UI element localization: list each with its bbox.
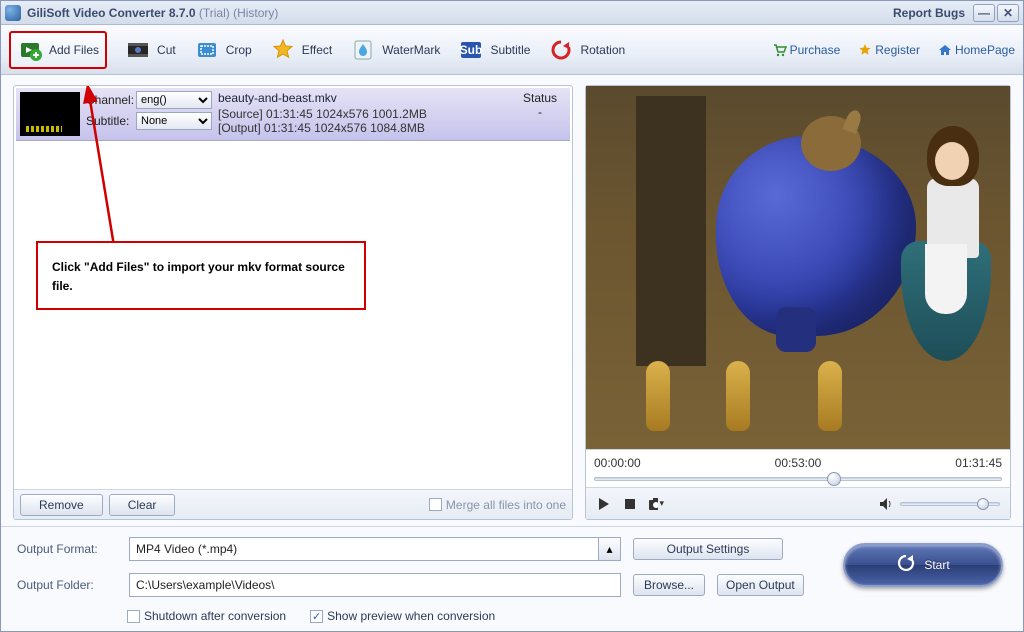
window-title: GiliSoft Video Converter 8.7.0 (Trial) (… xyxy=(27,6,278,20)
shutdown-checkbox[interactable]: Shutdown after conversion xyxy=(127,609,286,623)
annotation-text: Click "Add Files" to import your mkv for… xyxy=(52,260,345,293)
cart-icon xyxy=(773,43,787,57)
watermark-icon xyxy=(350,37,376,63)
preview-panel: 00:00:00 00:53:00 01:31:45 ▾ xyxy=(585,85,1011,520)
remove-button[interactable]: Remove xyxy=(20,494,103,516)
add-files-label: Add Files xyxy=(49,43,99,57)
output-section: Output Format: MP4 Video (*.mp4) ▴ Outpu… xyxy=(1,526,1023,631)
effect-button[interactable]: Effect xyxy=(270,37,332,63)
file-properties: Channel: eng() Subtitle: None xyxy=(84,88,214,140)
volume-icon[interactable] xyxy=(878,496,894,512)
subtitle-label: Subtitle xyxy=(490,43,530,57)
time-mid: 00:53:00 xyxy=(775,456,822,470)
file-info: beauty-and-beast.mkv [Source] 01:31:45 1… xyxy=(214,88,510,140)
crop-button[interactable]: Crop xyxy=(194,37,252,63)
status-value: - xyxy=(510,105,570,119)
crop-icon xyxy=(194,37,220,63)
output-folder-label: Output Folder: xyxy=(17,578,117,592)
app-logo-icon xyxy=(5,5,21,21)
register-link[interactable]: Register xyxy=(858,43,920,57)
content-area: Channel: eng() Subtitle: None beauty-and… xyxy=(1,75,1023,526)
output-info: [Output] 01:31:45 1024x576 1084.8MB xyxy=(218,121,506,135)
output-folder-field[interactable]: C:\Users\example\Videos\ xyxy=(129,573,621,597)
rotation-label: Rotation xyxy=(580,43,625,57)
volume-thumb[interactable] xyxy=(977,498,989,510)
player-controls: ▾ xyxy=(586,487,1010,519)
watermark-label: WaterMark xyxy=(382,43,440,57)
homepage-link[interactable]: HomePage xyxy=(938,43,1015,57)
crop-label: Crop xyxy=(226,43,252,57)
open-output-button[interactable]: Open Output xyxy=(717,574,804,596)
file-item[interactable]: Channel: eng() Subtitle: None beauty-and… xyxy=(16,88,570,141)
app-window: GiliSoft Video Converter 8.7.0 (Trial) (… xyxy=(0,0,1024,632)
app-edition: (Trial) xyxy=(199,6,230,20)
purchase-link[interactable]: Purchase xyxy=(773,43,841,57)
checkbox-checked-icon: ✓ xyxy=(310,610,323,623)
start-button[interactable]: Start xyxy=(843,543,1003,587)
subtitle-icon: Sub xyxy=(458,37,484,63)
home-icon xyxy=(938,43,952,57)
app-name: GiliSoft Video Converter xyxy=(27,6,165,20)
video-preview[interactable] xyxy=(586,86,1010,449)
file-status: Status - xyxy=(510,88,570,140)
time-end: 01:31:45 xyxy=(955,456,1002,470)
file-list-footer: Remove Clear Merge all files into one xyxy=(14,489,572,519)
annotation-box: Click "Add Files" to import your mkv for… xyxy=(36,241,366,310)
add-files-button[interactable]: Add Files xyxy=(9,31,107,69)
rotation-button[interactable]: Rotation xyxy=(548,37,625,63)
watermark-button[interactable]: WaterMark xyxy=(350,37,440,63)
preview-checkbox[interactable]: ✓ Show preview when conversion xyxy=(310,609,495,623)
seek-thumb[interactable] xyxy=(827,472,841,486)
star-icon xyxy=(858,43,872,57)
cut-icon xyxy=(125,37,151,63)
main-toolbar: Add Files Cut Crop Effect WaterMark xyxy=(1,25,1023,75)
add-files-icon xyxy=(17,37,43,63)
time-start: 00:00:00 xyxy=(594,456,641,470)
format-dropdown-button[interactable]: ▴ xyxy=(599,537,621,561)
cut-label: Cut xyxy=(157,43,176,57)
clear-button[interactable]: Clear xyxy=(109,494,176,516)
timeline: 00:00:00 00:53:00 01:31:45 xyxy=(586,449,1010,487)
cut-button[interactable]: Cut xyxy=(125,37,176,63)
close-button[interactable]: ✕ xyxy=(997,4,1019,22)
browse-button[interactable]: Browse... xyxy=(633,574,705,596)
merge-checkbox[interactable]: Merge all files into one xyxy=(429,498,566,512)
play-button[interactable] xyxy=(596,496,612,512)
subtitle-select[interactable]: None xyxy=(136,112,212,130)
stop-button[interactable] xyxy=(622,496,638,512)
source-info: [Source] 01:31:45 1024x576 1001.2MB xyxy=(218,107,506,121)
output-format-label: Output Format: xyxy=(17,542,117,556)
seek-bar[interactable] xyxy=(594,473,1002,485)
file-list-panel: Channel: eng() Subtitle: None beauty-and… xyxy=(13,85,573,520)
subtitle-button[interactable]: Sub Subtitle xyxy=(458,37,530,63)
report-bugs-link[interactable]: Report Bugs xyxy=(893,6,965,20)
effect-label: Effect xyxy=(302,43,332,57)
output-settings-button[interactable]: Output Settings xyxy=(633,538,783,560)
file-name: beauty-and-beast.mkv xyxy=(218,91,506,105)
snapshot-button[interactable]: ▾ xyxy=(648,496,664,512)
checkbox-icon xyxy=(429,498,442,511)
file-list: Channel: eng() Subtitle: None beauty-and… xyxy=(14,86,572,489)
checkbox-icon xyxy=(127,610,140,623)
file-thumbnail xyxy=(20,92,80,136)
channel-label: Channel: xyxy=(86,93,134,107)
effect-icon xyxy=(270,37,296,63)
rotation-icon xyxy=(548,37,574,63)
title-bar: GiliSoft Video Converter 8.7.0 (Trial) (… xyxy=(1,1,1023,25)
status-header: Status xyxy=(510,91,570,105)
subtitle-label-text: Subtitle: xyxy=(86,114,134,128)
refresh-icon xyxy=(896,553,916,578)
svg-text:Sub: Sub xyxy=(460,43,483,57)
volume-slider[interactable] xyxy=(900,502,1000,506)
channel-select[interactable]: eng() xyxy=(136,91,212,109)
minimize-button[interactable]: — xyxy=(973,4,995,22)
history-link[interactable]: (History) xyxy=(233,6,278,20)
app-version: 8.7.0 xyxy=(169,6,196,20)
output-format-field[interactable]: MP4 Video (*.mp4) xyxy=(129,537,599,561)
